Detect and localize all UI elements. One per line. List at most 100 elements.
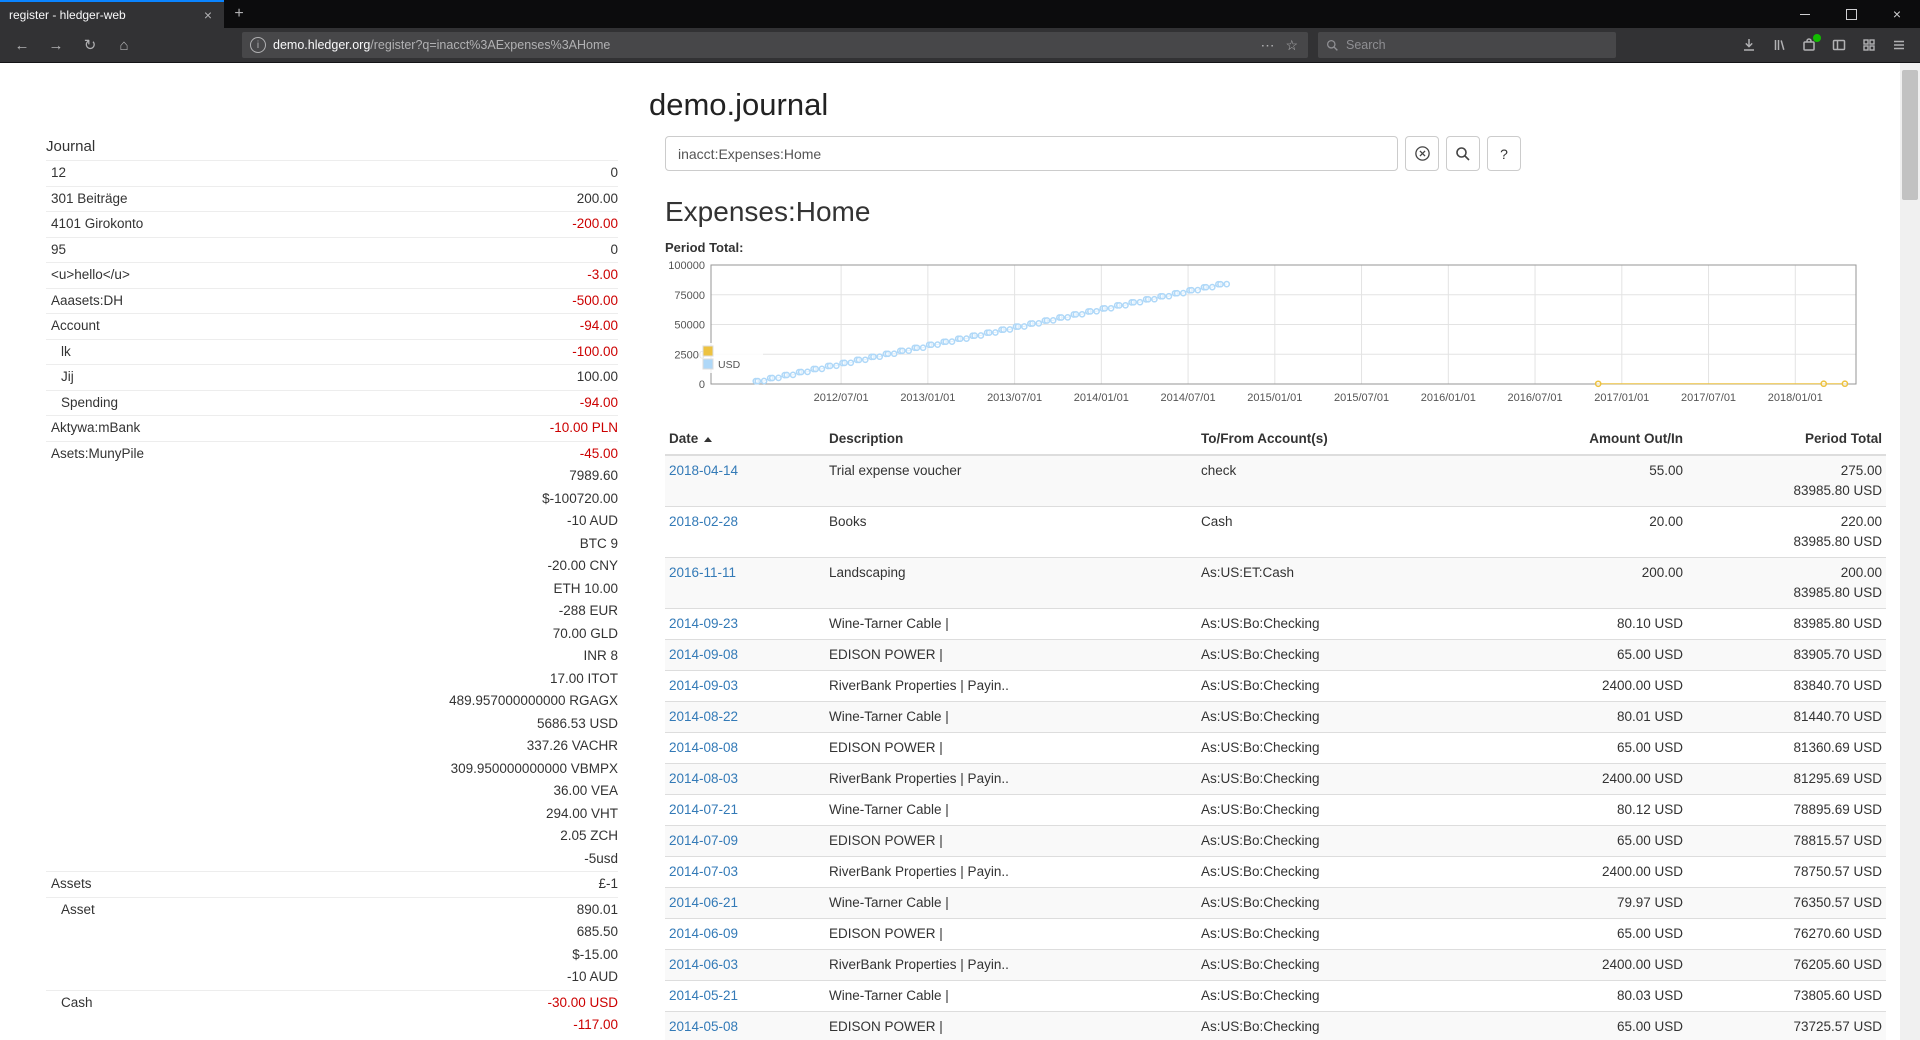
balance-amount: -45.00 [144, 443, 618, 466]
period-total-line: 83840.70 USD [1691, 676, 1882, 696]
cell-period-total: 81360.69 USD [1687, 733, 1886, 764]
cell-description: EDISON POWER | [825, 826, 1197, 857]
transaction-date-link[interactable]: 2014-08-03 [669, 771, 738, 786]
transaction-date-link[interactable]: 2014-06-09 [669, 926, 738, 941]
column-header-amount[interactable]: Amount Out/In [1497, 423, 1687, 455]
account-balances: -200.00 [143, 213, 618, 236]
back-button[interactable]: ← [6, 31, 38, 59]
period-total-line: 73725.57 USD [1691, 1017, 1882, 1037]
download-icon [1741, 37, 1757, 53]
extension-button[interactable] [1794, 31, 1824, 59]
transaction-date-link[interactable]: 2014-09-08 [669, 647, 738, 662]
column-header-period-total[interactable]: Period Total [1687, 423, 1886, 455]
register-row: 2016-11-11LandscapingAs:US:ET:Cash200.00… [665, 558, 1886, 609]
scrollbar-thumb[interactable] [1902, 70, 1918, 200]
account-link[interactable]: Asets:MunyPile [46, 443, 144, 871]
cell-date: 2014-09-23 [665, 609, 825, 640]
transaction-date-link[interactable]: 2014-05-21 [669, 988, 738, 1003]
transaction-date-link[interactable]: 2014-08-08 [669, 740, 738, 755]
library-button[interactable] [1764, 31, 1794, 59]
balance-amount: 70.00 GLD [144, 623, 618, 646]
transaction-date-link[interactable]: 2014-07-21 [669, 802, 738, 817]
transaction-date-link[interactable]: 2014-05-08 [669, 1019, 738, 1034]
account-link[interactable]: 301 Beiträge [46, 188, 128, 211]
menu-button[interactable] [1884, 31, 1914, 59]
account-row: Spending-94.00 [46, 390, 618, 416]
cell-period-total: 83905.70 USD [1687, 640, 1886, 671]
account-link[interactable]: 12 [46, 162, 66, 185]
cell-amount: 65.00 USD [1497, 640, 1687, 671]
cell-period-total: 81440.70 USD [1687, 702, 1886, 733]
transaction-date-link[interactable]: 2018-04-14 [669, 463, 738, 478]
tab-close-icon[interactable]: × [201, 7, 215, 23]
query-input[interactable] [665, 136, 1398, 171]
transaction-date-link[interactable]: 2014-07-09 [669, 833, 738, 848]
account-balances: -45.007989.60$-100720.00-10 AUDBTC 9-20.… [144, 443, 618, 871]
account-link[interactable]: <u>hello</u> [46, 264, 130, 287]
cell-description: RiverBank Properties | Payin.. [825, 950, 1197, 981]
clear-query-button[interactable] [1405, 136, 1439, 171]
account-link[interactable]: 4101 Girokonto [46, 213, 143, 236]
period-total-line: 81440.70 USD [1691, 707, 1882, 727]
transaction-date-link[interactable]: 2014-09-23 [669, 616, 738, 631]
balance-amount: $-15.00 [95, 944, 618, 967]
new-tab-button[interactable]: + [224, 0, 254, 28]
account-link[interactable]: Aktywa:mBank [46, 417, 140, 440]
site-info-icon[interactable]: i [250, 37, 266, 53]
download-button[interactable] [1734, 31, 1764, 59]
home-button[interactable]: ⌂ [108, 31, 140, 59]
url-text[interactable]: demo.hledger.org/register?q=inacct%3AExp… [273, 38, 1251, 52]
bookmark-star-icon[interactable]: ☆ [1283, 37, 1300, 54]
register-row: 2014-09-23Wine-Tarner Cable |As:US:Bo:Ch… [665, 609, 1886, 640]
transaction-date-link[interactable]: 2018-02-28 [669, 514, 738, 529]
account-balances: £-1 [92, 873, 618, 896]
help-button[interactable]: ? [1487, 136, 1521, 171]
account-link[interactable]: Jij [46, 366, 74, 389]
browser-search-field[interactable]: Search [1318, 32, 1616, 58]
account-row: 950 [46, 237, 618, 263]
account-link[interactable]: 95 [46, 239, 66, 262]
transaction-date-link[interactable]: 2014-08-22 [669, 709, 738, 724]
cell-description: Wine-Tarner Cable | [825, 888, 1197, 919]
journal-link[interactable]: Journal [46, 133, 618, 160]
transaction-date-link[interactable]: 2014-07-03 [669, 864, 738, 879]
balance-amount: 36.00 VEA [144, 780, 618, 803]
transaction-date-link[interactable]: 2016-11-11 [669, 565, 736, 580]
account-link[interactable]: Account [46, 315, 100, 338]
account-link[interactable]: Aaasets:DH [46, 290, 123, 313]
column-header-date[interactable]: Date [665, 423, 825, 455]
reload-button[interactable]: ↻ [74, 31, 106, 59]
transaction-date-link[interactable]: 2014-06-03 [669, 957, 738, 972]
account-link[interactable]: Assets [46, 873, 92, 896]
account-row: Account-94.00 [46, 313, 618, 339]
period-total-chart[interactable]: 02500050000750001000002012/07/012013/01/… [649, 259, 1859, 411]
chart-title: Period Total: [665, 240, 1899, 255]
account-link[interactable]: Spending [46, 392, 118, 415]
submit-search-button[interactable] [1446, 136, 1480, 171]
transaction-date-link[interactable]: 2014-09-03 [669, 678, 738, 693]
svg-text:2014/07/01: 2014/07/01 [1161, 392, 1216, 404]
apps-button[interactable] [1854, 31, 1884, 59]
transaction-date-link[interactable]: 2014-06-21 [669, 895, 738, 910]
window-maximize-button[interactable] [1828, 0, 1874, 28]
search-form: ? [665, 136, 1521, 171]
sidebars-button[interactable] [1824, 31, 1854, 59]
page-scrollbar[interactable] [1900, 63, 1920, 1040]
window-minimize-button[interactable] [1782, 0, 1828, 28]
page-actions-icon[interactable]: ⋯ [1258, 37, 1276, 54]
account-link[interactable]: Asset [46, 899, 95, 989]
url-bar[interactable]: i demo.hledger.org/register?q=inacct%3AE… [242, 32, 1308, 58]
window-close-button[interactable]: × [1874, 0, 1920, 28]
column-header-description[interactable]: Description [825, 423, 1197, 455]
column-header-account[interactable]: To/From Account(s) [1197, 423, 1497, 455]
period-total-line: 275.00 [1691, 461, 1882, 481]
balance-amount: 5686.53 USD [144, 713, 618, 736]
account-link[interactable]: lk [46, 341, 71, 364]
forward-button[interactable]: → [40, 31, 72, 59]
sidebar-accounts: 120301 Beiträge200.004101 Girokonto-200.… [46, 160, 618, 1038]
period-total-line: 76205.60 USD [1691, 955, 1882, 975]
account-balances: 100.00 [74, 366, 618, 389]
period-total-line: 73805.60 USD [1691, 986, 1882, 1006]
account-link[interactable]: Cash [46, 992, 93, 1037]
browser-tab[interactable]: register - hledger-web × [0, 0, 224, 28]
